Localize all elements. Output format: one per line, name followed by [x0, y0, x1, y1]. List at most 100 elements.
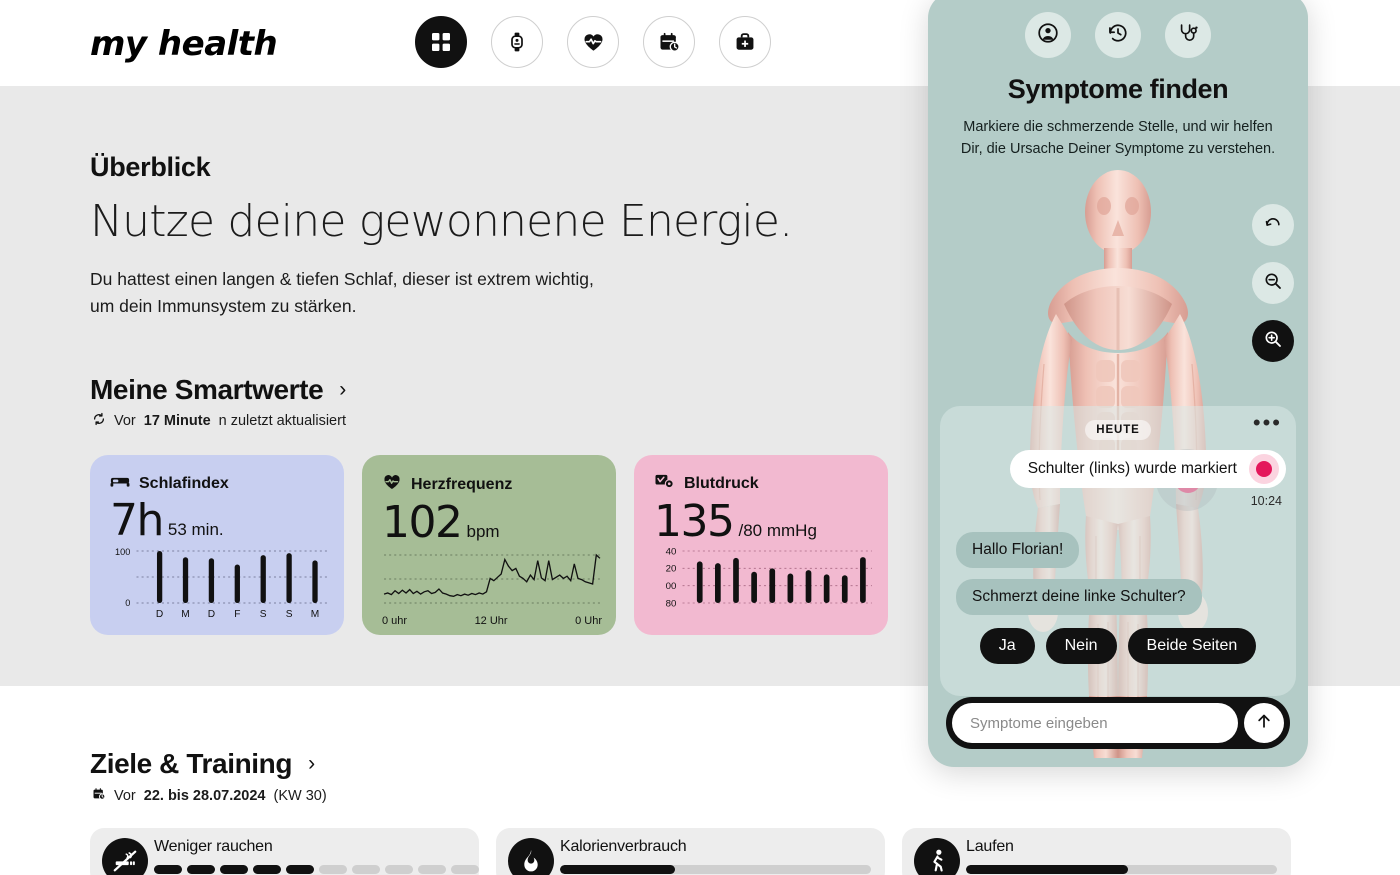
chat-timestamp: 10:24 — [1250, 494, 1282, 508]
metric-card-blutdruck[interactable]: Blutdruck 135 /80 mmHg 40 20 00 80 — [634, 455, 888, 635]
metric-card-herzfrequenz[interactable]: Herzfrequenz 102 bpm 0 uhr 12 Uhr 0 Uhr — [362, 455, 616, 635]
chat-quick-reply-nein[interactable]: Nein — [1045, 628, 1117, 664]
calendar-clock-icon — [658, 31, 681, 54]
goal-progress-segment — [352, 865, 380, 874]
chat-bubble-incoming: Hallo Florian! — [956, 532, 1080, 568]
goals-meta: Vor 22. bis 28.07.2024 (KW 30) — [92, 787, 327, 805]
svg-text:D: D — [208, 609, 215, 620]
arrow-up-icon — [1254, 711, 1274, 736]
heart-pulse-icon — [582, 31, 605, 54]
nav-medical-bag-button[interactable] — [719, 16, 771, 68]
symptom-finder-panel: Symptome finden Markiere die schmerzende… — [928, 0, 1308, 767]
calendar-clock-icon — [92, 787, 106, 805]
card-header: Blutdruck — [654, 473, 868, 495]
profile-icon — [1037, 22, 1059, 49]
blood-bar-chart: 40 20 00 80 — [654, 545, 874, 623]
svg-text:D: D — [156, 609, 163, 620]
goal-progress-segment — [385, 865, 413, 874]
goal-label: Kalorienverbrauch — [560, 838, 687, 855]
chat-bubble-incoming: Schmerzt deine linke Schulter? — [956, 579, 1202, 615]
phone-title: Symptome finden — [1007, 74, 1229, 104]
symptom-input[interactable] — [952, 703, 1238, 743]
chevron-right-icon[interactable]: › — [308, 752, 315, 776]
goal-card-kalorienverbrauch[interactable]: Kalorienverbrauch — [496, 828, 885, 875]
no-smoking-icon — [102, 838, 148, 875]
medical-bag-icon — [734, 31, 756, 53]
heart-axis-tick: 0 Uhr — [575, 615, 602, 627]
nav-dashboard-button[interactable] — [415, 16, 467, 68]
svg-text:M: M — [311, 609, 319, 620]
chat-quick-reply-ja[interactable]: Ja — [979, 628, 1035, 664]
zoom-out-button[interactable] — [1252, 262, 1294, 304]
chat-quick-reply-beide-seiten[interactable]: Beide Seiten — [1127, 628, 1257, 664]
zoom-in-button[interactable] — [1252, 320, 1294, 362]
svg-text:20: 20 — [666, 564, 677, 575]
goal-progress-segments — [154, 865, 479, 874]
chat-marked-bubble: Schulter (links) wurde markiert — [1009, 450, 1286, 488]
smartvalues-meta-suffix: n zuletzt aktualisiert — [218, 413, 346, 429]
goal-progress-bar — [966, 865, 1277, 874]
goals-title: Ziele & Training — [90, 748, 293, 779]
goal-progress-segment — [253, 865, 281, 874]
goal-label: Laufen — [966, 838, 1014, 855]
card-value-row: 7h 53 min. — [110, 495, 324, 546]
svg-text:40: 40 — [666, 546, 677, 557]
goal-label: Weniger rauchen — [154, 838, 273, 855]
send-button[interactable] — [1244, 703, 1284, 743]
zoom-in-icon — [1263, 329, 1283, 354]
goal-progress-segment — [319, 865, 347, 874]
nav-icon-group — [415, 16, 771, 68]
card-value: 135 — [654, 496, 735, 547]
overview-subtext-line1: Du hattest einen langen & tiefen Schlaf,… — [90, 269, 594, 289]
goals-heading[interactable]: Ziele & Training › — [90, 748, 315, 780]
goal-progress-segment — [451, 865, 479, 874]
goal-progress-fill — [966, 865, 1128, 874]
svg-text:80: 80 — [666, 598, 677, 609]
nav-heart-button[interactable] — [567, 16, 619, 68]
metric-card-schlafindex[interactable]: Schlafindex 7h 53 min. 100 0 D M D F S S M — [90, 455, 344, 635]
metric-card-list: Schlafindex 7h 53 min. 100 0 D M D F S S M Herzf… — [90, 455, 888, 635]
chat-day-divider: HEUTE — [940, 420, 1296, 440]
smartvalues-meta-prefix: Vor — [114, 413, 136, 429]
card-value: 7h — [110, 495, 164, 546]
card-value: 102 — [382, 497, 463, 548]
goal-progress-segment — [220, 865, 248, 874]
card-unit: 53 min. — [167, 520, 224, 539]
goal-card-weniger-rauchen[interactable]: Weniger rauchen — [90, 828, 479, 875]
phone-stethoscope-button[interactable] — [1165, 12, 1211, 58]
svg-text:M: M — [181, 609, 189, 620]
svg-text:F: F — [234, 609, 240, 620]
card-title: Blutdruck — [684, 475, 759, 492]
svg-text:S: S — [286, 609, 293, 620]
bed-icon — [110, 473, 130, 494]
heart-pulse-icon — [382, 473, 402, 496]
nav-calendar-button[interactable] — [643, 16, 695, 68]
nav-smartwatch-button[interactable] — [491, 16, 543, 68]
phone-history-button[interactable] — [1095, 12, 1141, 58]
goals-meta-bold: 22. bis 28.07.2024 — [143, 788, 266, 804]
dashboard-icon — [430, 31, 452, 53]
goal-progress-segment — [286, 865, 314, 874]
chat-quick-replies: Ja Nein Beide Seiten — [940, 628, 1296, 664]
goal-card-list: Weniger rauchen Kalorienverbrauch Laufen — [90, 828, 1291, 875]
brand-logo[interactable]: my health — [90, 24, 278, 64]
goal-progress-fill — [560, 865, 676, 874]
card-unit: bpm — [466, 522, 500, 541]
phone-subtitle-line1: Markiere die schmerzende Stelle, und wir… — [963, 119, 1273, 135]
chat-panel: ••• HEUTE Schulter (links) wurde markier… — [940, 406, 1296, 696]
model-controls — [1252, 204, 1294, 362]
svg-text:S: S — [260, 609, 267, 620]
goal-progress-segment — [418, 865, 446, 874]
card-value-row: 135 /80 mmHg — [654, 496, 868, 547]
rotate-model-button[interactable] — [1252, 204, 1294, 246]
app-root: my health Überblick Nutze deine gewonnen… — [0, 0, 1400, 875]
phone-profile-button[interactable] — [1025, 12, 1071, 58]
svg-text:00: 00 — [666, 581, 677, 592]
phone-top-buttons — [928, 12, 1308, 58]
goal-progress-segment — [154, 865, 182, 874]
refresh-icon — [92, 412, 106, 430]
goal-card-laufen[interactable]: Laufen — [902, 828, 1291, 875]
smartvalues-heading[interactable]: Meine Smartwerte › — [90, 374, 346, 406]
svg-text:0: 0 — [125, 598, 130, 608]
chevron-right-icon[interactable]: › — [339, 378, 346, 402]
